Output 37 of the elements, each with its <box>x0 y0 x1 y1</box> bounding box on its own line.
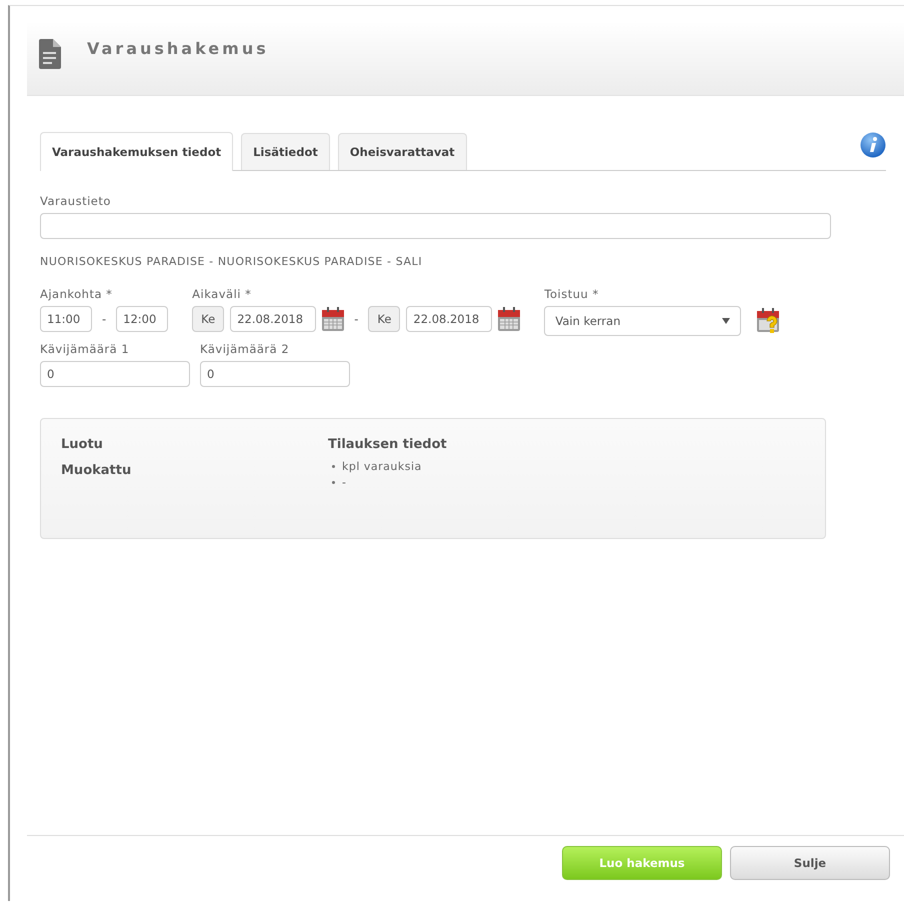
weekday-label: Ke <box>368 306 400 332</box>
list-item: kpl varauksia <box>342 460 422 473</box>
weekday-label: Ke <box>192 306 224 332</box>
tab[interactable]: Oheisvarattavat <box>338 133 467 170</box>
date-field[interactable]: 22.08.2018 <box>230 306 316 332</box>
list-item: - <box>342 476 346 489</box>
info-label: Luotu <box>61 437 104 452</box>
calendar-icon[interactable] <box>498 307 520 331</box>
time-field[interactable]: 12:00 <box>116 306 168 332</box>
info-icon[interactable] <box>860 132 886 158</box>
bullet-icon <box>332 481 335 484</box>
field-label: Kävijämäärä 2 <box>200 342 290 356</box>
tab[interactable]: Varaushakemuksen tiedot <box>40 132 234 171</box>
close-button[interactable]: Sulje <box>730 846 890 880</box>
tab[interactable]: Lisätiedot <box>241 133 330 170</box>
input-field[interactable]: 0 <box>40 361 190 387</box>
repeat-dropdown[interactable]: Vain kerran <box>544 306 742 336</box>
document-icon <box>39 38 61 68</box>
date-field[interactable]: 22.08.2018 <box>406 306 492 332</box>
field-label: Aikaväli * <box>192 287 252 301</box>
separator-text: - <box>102 312 106 326</box>
field-label: Ajankohta * <box>40 287 114 301</box>
time-field[interactable]: 11:00 <box>40 306 92 332</box>
info-label: Muokattu <box>61 463 132 478</box>
location-text: NUORISOKESKUS PARADISE - NUORISOKESKUS PARADISE - SALI <box>40 255 422 268</box>
section-heading: Tilauksen tiedot <box>328 437 448 452</box>
field-label: Toistuu * <box>544 287 600 301</box>
bullet-icon <box>332 465 335 468</box>
input-field[interactable]: 0 <box>200 361 350 387</box>
field-label: Kävijämäärä 1 <box>40 342 130 356</box>
calendar-question-icon[interactable] <box>757 308 782 334</box>
calendar-icon[interactable] <box>322 307 344 331</box>
input-field[interactable] <box>40 213 831 239</box>
caret-icon <box>722 318 730 324</box>
separator-text: - <box>354 312 358 326</box>
field-label: Varaustieto <box>40 194 111 208</box>
dialog-title: Varaushakemus <box>87 39 269 58</box>
